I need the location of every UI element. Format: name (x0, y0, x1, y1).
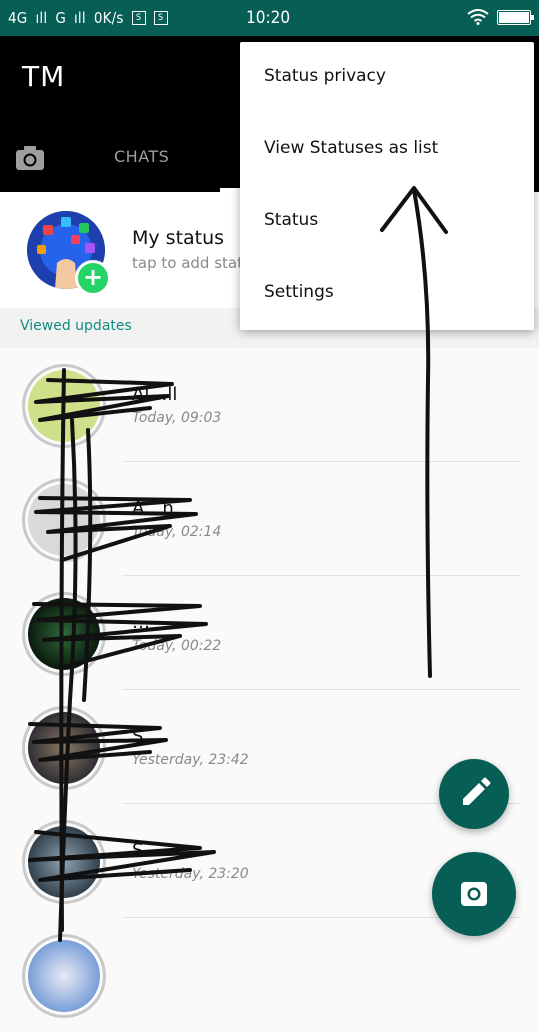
notification-badge-icon: S (153, 11, 168, 25)
clock: 10:20 (246, 8, 291, 28)
signal-icon: ıll (73, 9, 86, 27)
add-status-icon[interactable]: + (75, 260, 111, 296)
status-time: Yesterday, 23:42 (132, 752, 249, 768)
avatar (28, 598, 100, 670)
data-speed: 0K/s (93, 9, 124, 27)
menu-item-label: Settings (264, 282, 334, 302)
system-status-bar: 4G ıll G ıll 0K/s S S 10:20 (0, 0, 539, 36)
avatar (28, 370, 100, 442)
avatar (28, 712, 100, 784)
menu-item-settings[interactable]: Settings (240, 258, 534, 330)
contact-name: Al…ll (132, 384, 178, 405)
camera-icon[interactable] (14, 142, 46, 174)
system-indicators (467, 9, 534, 25)
wifi-icon (467, 9, 489, 25)
camera-status-button[interactable] (432, 852, 516, 936)
avatar (28, 826, 100, 898)
network-indicators: 4G ıll G ıll 0K/s S S (8, 9, 168, 27)
status-time: Today, 09:03 (132, 410, 222, 426)
camera-icon (461, 882, 487, 906)
list-item[interactable]: … Today, 00:22 (0, 576, 539, 690)
avatar (28, 940, 100, 1012)
signal-icon: ıll (35, 9, 48, 27)
my-status-subtitle: tap to add stat (132, 254, 243, 272)
status-time: Today, 02:14 (132, 524, 222, 540)
app-title: TM (22, 60, 66, 93)
contact-name: S… (132, 840, 162, 861)
battery-level (499, 11, 529, 23)
new-text-status-button[interactable] (439, 759, 509, 829)
notification-badge-icon: S (131, 11, 146, 25)
contact-name: S… (132, 726, 162, 747)
menu-item-label: Status (264, 210, 319, 230)
status-time: Today, 00:22 (132, 638, 222, 654)
contact-name: A…n (132, 498, 174, 519)
my-status-title: My status (132, 227, 225, 249)
status-time: Yesterday, 23:20 (132, 866, 249, 882)
network-g-label: G (55, 9, 66, 27)
pencil-icon (463, 777, 491, 805)
overflow-menu: Status privacy View Statuses as list Sta… (240, 42, 534, 330)
battery-icon (497, 9, 534, 25)
menu-item-status-privacy[interactable]: Status privacy (240, 42, 534, 114)
avatar (28, 484, 100, 556)
list-item[interactable]: A…n Today, 02:14 (0, 462, 539, 576)
menu-item-view-statuses-as-list[interactable]: View Statuses as list (240, 114, 534, 186)
contact-name: … (132, 612, 150, 633)
network-4g-label: 4G (8, 9, 28, 27)
menu-item-status[interactable]: Status (240, 186, 534, 258)
list-item[interactable]: Al…ll Today, 09:03 (0, 348, 539, 462)
tab-chats[interactable]: CHATS (114, 147, 169, 166)
menu-item-label: View Statuses as list (264, 138, 439, 158)
menu-item-label: Status privacy (264, 66, 386, 86)
section-label: Viewed updates (20, 318, 132, 334)
